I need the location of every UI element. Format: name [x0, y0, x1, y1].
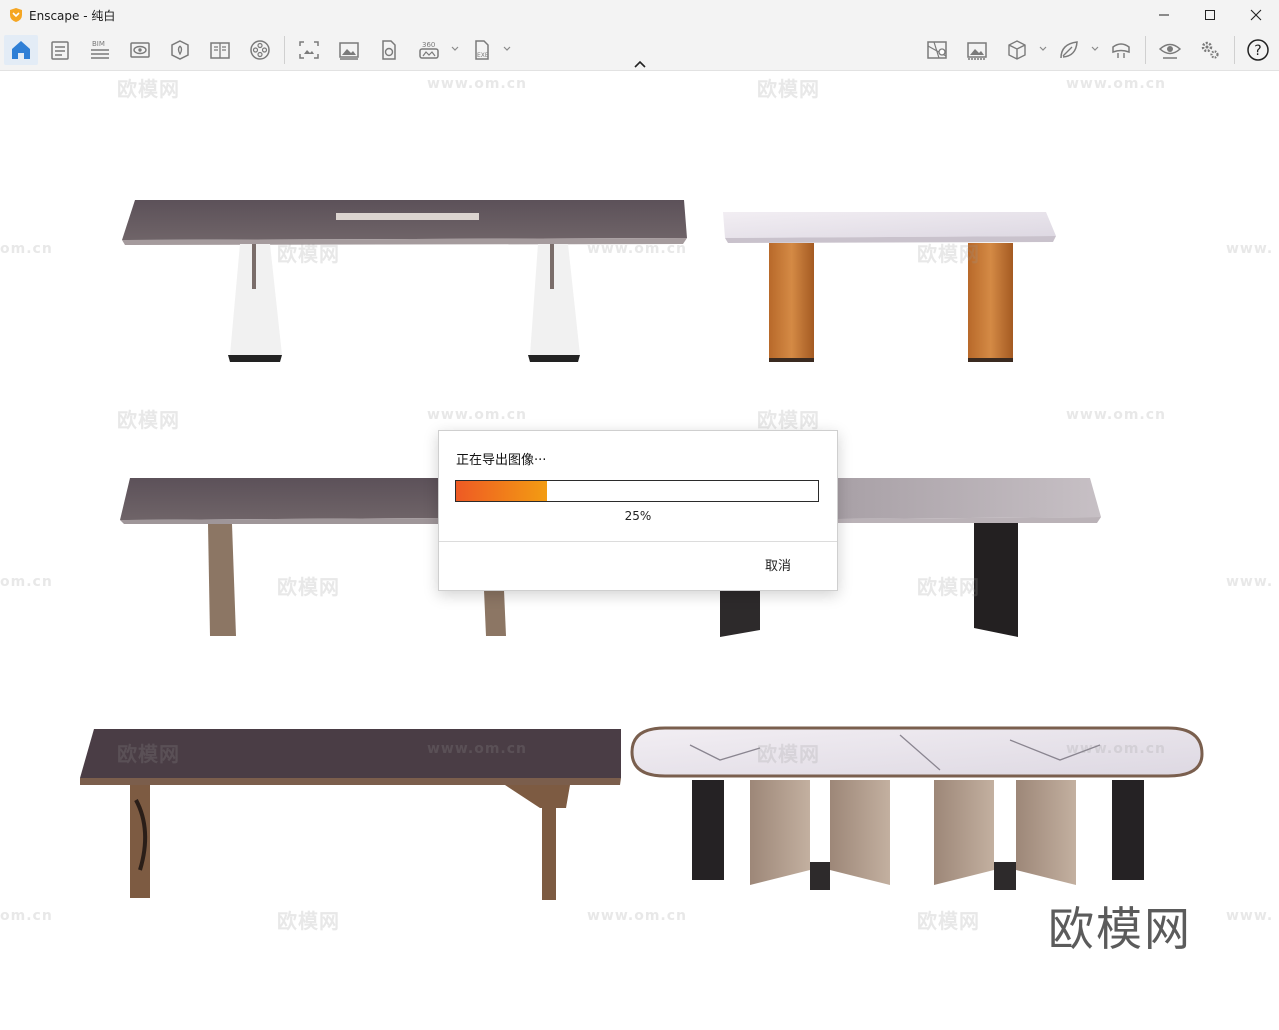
gallery-icon [967, 42, 987, 60]
watermark: 欧模网 [277, 242, 340, 266]
brand-watermark: 欧模网 [1048, 902, 1192, 956]
close-button[interactable] [1233, 0, 1279, 30]
progress-bar-fill [456, 481, 547, 501]
batch-render-icon [382, 40, 396, 60]
cancel-button[interactable]: 取消 [765, 555, 791, 574]
watermark: 欧模网 [117, 77, 180, 101]
watermark-url: www. [1226, 574, 1274, 590]
watermark-url: www. [1226, 908, 1274, 924]
bim-info-icon [51, 41, 69, 60]
cube-icon [1008, 40, 1026, 60]
watermark-url: www.om.cn [1066, 407, 1167, 423]
watermark-url: www.om.cn [427, 76, 528, 92]
export-progress-dialog: 正在导出图像··· 25% 取消 [438, 430, 838, 591]
close-icon [1250, 9, 1262, 21]
chevron-down-icon[interactable] [1090, 44, 1100, 54]
screenshot-icon [299, 41, 319, 59]
leaf-button[interactable] [1054, 35, 1084, 65]
watermark-url: om.cn [0, 241, 53, 257]
maximize-button[interactable] [1187, 0, 1233, 30]
image-export-button[interactable] [334, 35, 364, 65]
watermark: 欧模网 [917, 909, 980, 933]
bim-badge-text: BIM [92, 40, 105, 48]
chevron-down-icon[interactable] [502, 44, 512, 54]
bim-info-button[interactable] [45, 35, 75, 65]
watermark: 欧模网 [917, 242, 980, 266]
watermark-url: www. [1226, 241, 1274, 257]
watermark-url: www.om.cn [587, 908, 688, 924]
bim-list-button[interactable]: BIM [85, 35, 115, 65]
dialog-divider [439, 541, 837, 542]
asset-library-icon [171, 40, 189, 60]
window-title: Enscape - 纯白 [29, 9, 116, 23]
watermark: 欧模网 [117, 742, 180, 766]
vr-headset-icon [1112, 43, 1130, 58]
help-button[interactable]: ? [1243, 35, 1273, 65]
toolbar-separator [284, 36, 285, 64]
vr-headset-button[interactable] [1106, 35, 1136, 65]
settings-button[interactable] [1195, 35, 1225, 65]
chevron-down-icon[interactable] [1038, 44, 1048, 54]
map-button[interactable] [922, 35, 952, 65]
video-reel-icon [250, 40, 270, 60]
dialog-title: 正在导出图像··· [456, 453, 547, 468]
book-icon [210, 42, 230, 59]
panorama-360-button[interactable]: 360 [414, 35, 444, 65]
watermark: 欧模网 [117, 408, 180, 432]
watermark-url: www.om.cn [1066, 741, 1167, 757]
visibility-icon [1158, 43, 1182, 59]
maximize-icon [1205, 10, 1215, 20]
pano-badge-text: 360 [422, 41, 435, 49]
watermark-url: www.om.cn [427, 741, 528, 757]
watermark-url: www.om.cn [587, 241, 688, 257]
toolbar-separator [1145, 36, 1146, 64]
book-button[interactable] [205, 35, 235, 65]
watermark-url: www.om.cn [427, 407, 528, 423]
gallery-button[interactable] [962, 35, 992, 65]
settings-icon [1201, 41, 1219, 59]
map-icon [927, 41, 947, 59]
leaf-icon [1060, 41, 1078, 59]
view-button[interactable] [125, 35, 155, 65]
watermark-url: om.cn [0, 908, 53, 924]
progress-percentage: 25% [624, 509, 652, 523]
minimize-icon [1159, 14, 1169, 16]
progress-bar [455, 480, 819, 502]
watermark: 欧模网 [757, 742, 820, 766]
image-export-icon [339, 42, 359, 60]
collapse-toolbar-icon[interactable] [632, 58, 648, 70]
home-button[interactable] [4, 35, 38, 65]
watermark: 欧模网 [757, 408, 820, 432]
minimize-button[interactable] [1141, 0, 1187, 30]
exe-export-button[interactable]: EXE [467, 35, 497, 65]
home-icon [12, 41, 30, 59]
enscape-logo-icon [10, 8, 22, 22]
watermark-url: om.cn [0, 574, 53, 590]
table-1 [122, 200, 687, 362]
exe-export-icon: EXE [475, 40, 489, 60]
exe-badge-text: EXE [477, 52, 489, 59]
asset-library-button[interactable] [165, 35, 195, 65]
visibility-button[interactable] [1155, 35, 1185, 65]
video-reel-button[interactable] [245, 35, 275, 65]
toolbar-separator [1234, 36, 1235, 64]
cube-button[interactable] [1002, 35, 1032, 65]
help-glyph: ? [1254, 43, 1261, 59]
panorama-360-icon: 360 [419, 41, 439, 59]
watermark: 欧模网 [917, 575, 980, 599]
batch-render-button[interactable] [374, 35, 404, 65]
screenshot-button[interactable] [294, 35, 324, 65]
table-2 [723, 212, 1056, 362]
title-bar: Enscape - 纯白 [0, 0, 1279, 30]
watermark: 欧模网 [757, 77, 820, 101]
watermark: 欧模网 [277, 575, 340, 599]
bim-list-icon: BIM [91, 40, 109, 59]
watermark-url: www.om.cn [1066, 76, 1167, 92]
view-icon [130, 42, 150, 58]
watermark: 欧模网 [277, 909, 340, 933]
chevron-down-icon[interactable] [450, 44, 460, 54]
help-icon: ? [1247, 39, 1269, 61]
